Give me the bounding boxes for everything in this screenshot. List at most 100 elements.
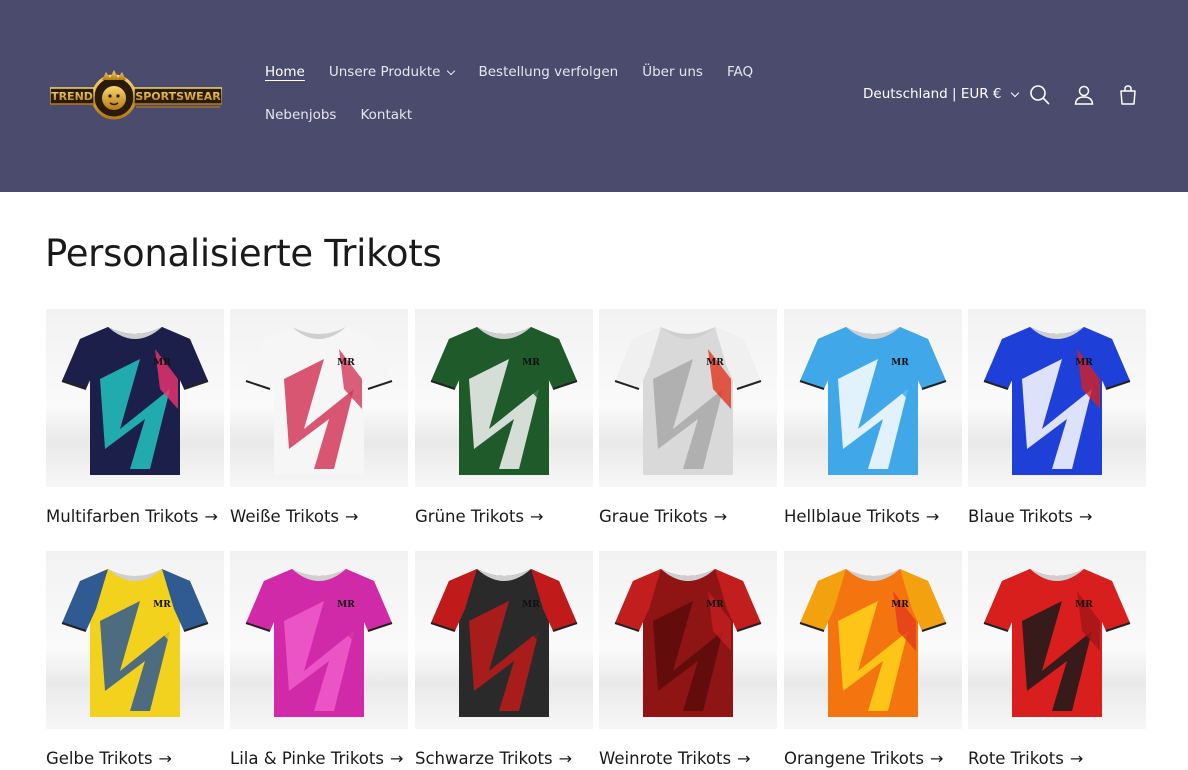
jersey-image: MR <box>430 569 578 717</box>
collection-title-link[interactable]: Hellblaue Trikots → <box>784 507 962 526</box>
collection-title-link[interactable]: Multifarben Trikots → <box>46 507 224 526</box>
collection-card[interactable]: MR Blaue Trikots → <box>968 309 1146 526</box>
search-icon[interactable] <box>1027 82 1053 108</box>
collection-title: Multifarben Trikots <box>46 507 199 526</box>
collection-card[interactable]: MR Schwarze Trikots → <box>415 551 593 768</box>
jersey-image: MR <box>61 569 209 717</box>
collection-title: Grüne Trikots <box>415 507 525 526</box>
collection-card[interactable]: MR Graue Trikots → <box>599 309 777 526</box>
jersey-image: MR <box>614 569 762 717</box>
cart-icon[interactable] <box>1115 82 1141 108</box>
logo-text-left: TREND <box>51 90 93 103</box>
collection-card[interactable]: MR Gelbe Trikots → <box>46 551 224 768</box>
arrow-right-icon: → <box>345 507 359 526</box>
jersey-image: MR <box>983 569 1131 717</box>
collection-image[interactable]: MR <box>415 551 593 729</box>
account-icon[interactable] <box>1071 82 1097 108</box>
svg-text:MR: MR <box>1075 600 1093 610</box>
nav-bestellung-verfolgen[interactable]: Bestellung verfolgen <box>478 64 618 80</box>
nav-ueber-uns[interactable]: Über uns <box>642 64 703 80</box>
svg-text:MR: MR <box>337 600 355 610</box>
arrow-right-icon: → <box>204 507 218 526</box>
svg-text:MR: MR <box>706 600 724 610</box>
nav-unsere-produkte[interactable]: Unsere Produkte <box>328 64 456 80</box>
collection-title: Lila & Pinke Trikots <box>230 749 384 768</box>
collection-title-link[interactable]: Orangene Trikots → <box>784 749 962 768</box>
nav-home[interactable]: Home <box>265 64 305 80</box>
collection-image[interactable]: MR <box>46 551 224 729</box>
jersey-image: MR <box>245 327 393 475</box>
arrow-right-icon: → <box>925 507 940 526</box>
collection-title-link[interactable]: Schwarze Trikots → <box>415 749 593 768</box>
collection-title-link[interactable]: Lila & Pinke Trikots → <box>230 749 408 768</box>
jersey-image: MR <box>983 327 1131 475</box>
arrow-right-icon: → <box>713 507 728 526</box>
collection-card[interactable]: MR Hellblaue Trikots → <box>784 309 962 526</box>
brand-logo[interactable]: TREND SPORTSWEAR <box>49 66 223 126</box>
arrow-right-icon: → <box>1079 507 1093 526</box>
collection-title: Hellblaue Trikots <box>784 507 920 526</box>
nav-nebenjobs[interactable]: Nebenjobs <box>265 107 336 123</box>
collection-title: Schwarze Trikots <box>415 749 553 768</box>
collection-image[interactable]: MR <box>784 309 962 487</box>
collection-card[interactable]: MR Orangene Trikots → <box>784 551 962 768</box>
collection-image[interactable]: MR <box>599 551 777 729</box>
collection-title: Rote Trikots <box>968 749 1064 768</box>
collection-title: Orangene Trikots <box>784 749 924 768</box>
svg-text:MR: MR <box>891 358 909 368</box>
collection-card[interactable]: MR Rote Trikots → <box>968 551 1146 768</box>
jersey-image: MR <box>799 569 947 717</box>
arrow-right-icon: → <box>389 749 404 768</box>
collection-title: Blaue Trikots <box>968 507 1074 526</box>
main-nav-row2: Nebenjobs Kontakt <box>265 107 436 123</box>
jersey-image: MR <box>245 569 393 717</box>
collection-image[interactable]: MR <box>968 309 1146 487</box>
collection-title-link[interactable]: Blaue Trikots → <box>968 507 1146 526</box>
collection-card[interactable]: MR Grüne Trikots → <box>415 309 593 526</box>
collection-image[interactable]: MR <box>968 551 1146 729</box>
collection-card[interactable]: MR Weinrote Trikots → <box>599 551 777 768</box>
collection-image[interactable]: MR <box>46 309 224 487</box>
svg-text:MR: MR <box>153 358 171 368</box>
chevron-down-icon <box>447 66 456 75</box>
page-title: Personalisierte Trikots <box>45 232 442 275</box>
arrow-right-icon: → <box>530 507 544 526</box>
collection-title-link[interactable]: Grüne Trikots → <box>415 507 593 526</box>
collection-card[interactable]: MR Multifarben Trikots → <box>46 309 224 526</box>
chevron-down-icon <box>1010 88 1019 97</box>
nav-faq[interactable]: FAQ <box>727 64 753 80</box>
arrow-right-icon: → <box>158 749 172 768</box>
collection-title: Gelbe Trikots <box>46 749 153 768</box>
jersey-image: MR <box>799 327 947 475</box>
collection-card[interactable]: MR Weiße Trikots → <box>230 309 408 526</box>
collection-image[interactable]: MR <box>230 309 408 487</box>
arrow-right-icon: → <box>737 749 751 768</box>
arrow-right-icon: → <box>558 749 573 768</box>
collection-image[interactable]: MR <box>415 309 593 487</box>
collection-title-link[interactable]: Gelbe Trikots → <box>46 749 224 768</box>
collection-title: Weiße Trikots <box>230 507 340 526</box>
collection-card[interactable]: MR Lila & Pinke Trikots → <box>230 551 408 768</box>
collection-title-link[interactable]: Weinrote Trikots → <box>599 749 777 768</box>
locale-label: Deutschland | EUR € <box>863 86 1002 102</box>
jersey-image: MR <box>61 327 209 475</box>
jersey-image: MR <box>614 327 762 475</box>
nav-unsere-produkte-label: Unsere Produkte <box>328 64 441 80</box>
svg-text:MR: MR <box>337 358 355 368</box>
collection-title-link[interactable]: Rote Trikots → <box>968 749 1146 768</box>
nav-kontakt[interactable]: Kontakt <box>360 107 412 123</box>
collection-title: Graue Trikots <box>599 507 708 526</box>
svg-text:MR: MR <box>522 358 540 368</box>
logo-text-right: SPORTSWEAR <box>135 90 221 103</box>
main-nav-row1: Home Unsere Produkte Bestellung verfolge… <box>265 64 777 80</box>
svg-text:MR: MR <box>1075 358 1093 368</box>
collection-image[interactable]: MR <box>230 551 408 729</box>
site-header: TREND SPORTSWEAR Home Unsere Produkte Be… <box>0 0 1188 192</box>
collection-title-link[interactable]: Weiße Trikots → <box>230 507 408 526</box>
country-currency-selector[interactable]: Deutschland | EUR € <box>863 86 1019 102</box>
collection-title-link[interactable]: Graue Trikots → <box>599 507 777 526</box>
collection-image[interactable]: MR <box>599 309 777 487</box>
arrow-right-icon: → <box>929 749 944 768</box>
collection-image[interactable]: MR <box>784 551 962 729</box>
svg-text:MR: MR <box>706 358 724 368</box>
